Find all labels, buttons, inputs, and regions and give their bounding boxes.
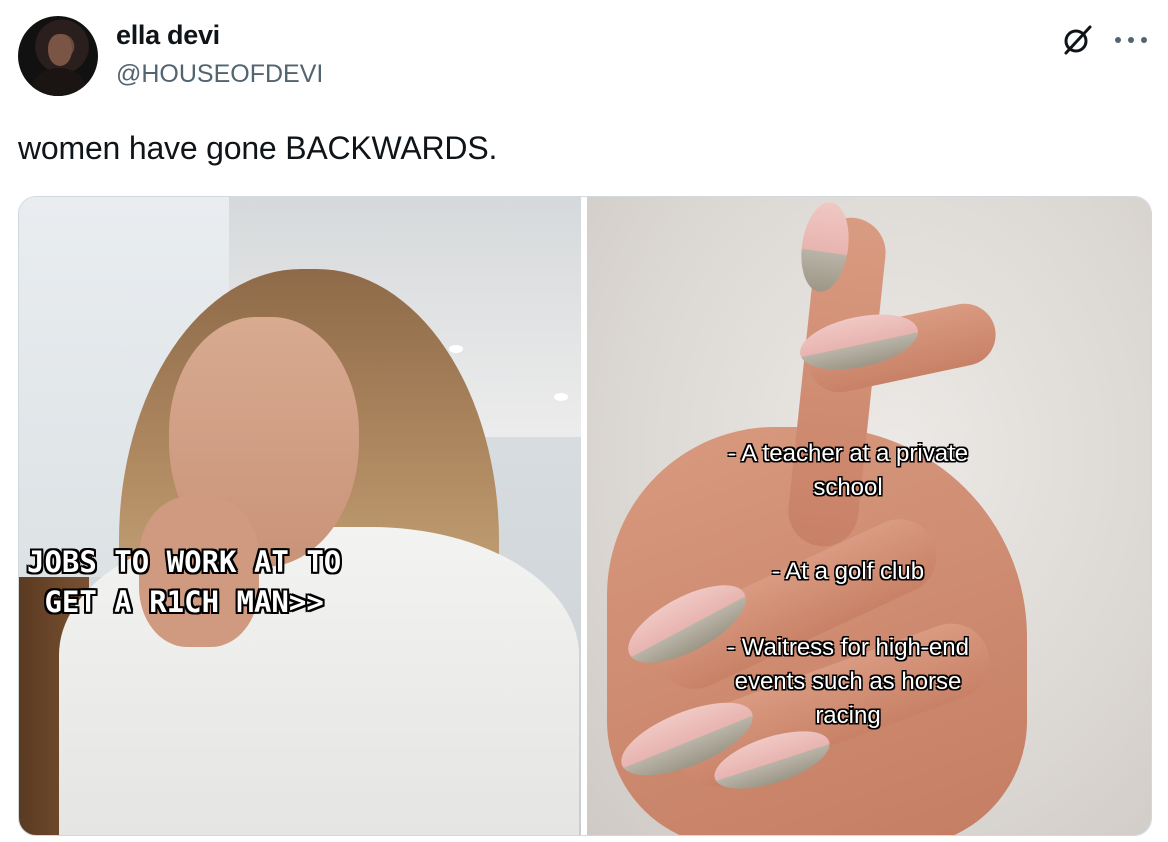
avatar-body: [32, 68, 86, 96]
left-caption-line1: JOBS TO WORK AT TO: [27, 545, 342, 579]
caption-item-2: - At a golf club: [683, 555, 1013, 589]
avatar[interactable]: [18, 16, 98, 96]
ceiling-light: [554, 393, 568, 401]
left-caption: JOBS TO WORK AT TO GET A R1CH MAN>>: [27, 542, 341, 622]
caption-item-3-line1: - Waitress for high-end: [727, 634, 969, 661]
caption-item-3-line2: events such as horse: [734, 668, 962, 695]
ceiling-light: [449, 345, 463, 353]
caption-item-1-line1: - A teacher at a private: [727, 440, 969, 467]
caption-item-3: - Waitress for high-end events such as h…: [683, 631, 1013, 733]
tweet-text: women have gone BACKWARDS.: [18, 130, 498, 166]
caption-item-2-line1: - At a golf club: [771, 558, 925, 585]
caption-item-1: - A teacher at a private school: [683, 437, 1013, 505]
media-right-image[interactable]: - A teacher at a private school - At a g…: [587, 197, 1151, 835]
author-display-name[interactable]: ella devi: [116, 20, 220, 51]
media-left-image[interactable]: JOBS TO WORK AT TO GET A R1CH MAN>>: [19, 197, 581, 835]
tweet: ella devi @HOUSEOFDEVI women have gone B…: [0, 0, 1168, 842]
left-caption-line2: GET A R1CH MAN>>: [44, 585, 324, 619]
grok-icon[interactable]: [1060, 22, 1096, 58]
author-handle[interactable]: @HOUSEOFDEVI: [116, 60, 323, 89]
more-icon[interactable]: [1114, 36, 1148, 44]
tweet-media[interactable]: JOBS TO WORK AT TO GET A R1CH MAN>> - A …: [18, 196, 1152, 836]
caption-item-3-line3: racing: [815, 702, 881, 729]
caption-item-1-line2: school: [813, 474, 883, 501]
avatar-face: [48, 34, 72, 66]
